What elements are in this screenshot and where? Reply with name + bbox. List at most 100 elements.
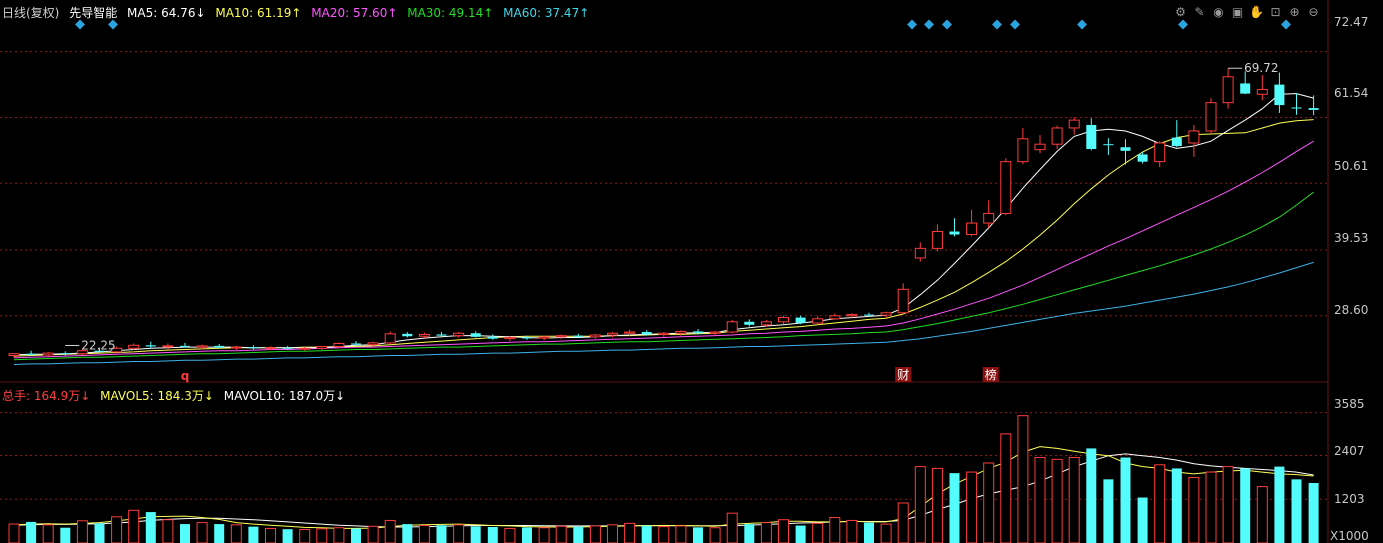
volume-bar-up	[128, 509, 140, 543]
volume-bar-down	[641, 525, 652, 543]
volume-bar-down	[1308, 483, 1319, 543]
moving-average-lines	[13, 93, 1314, 365]
volume-bar-up	[829, 517, 841, 543]
volume-bar-down	[949, 473, 960, 543]
mavol5-value: MAVOL5: 184.3万↓	[100, 389, 214, 403]
candle-body-up	[624, 331, 636, 334]
candle-body-down	[436, 334, 447, 336]
volume-bar-up	[453, 524, 465, 543]
candle-body-up	[778, 317, 789, 323]
hand-icon[interactable]: ✋	[1248, 3, 1265, 20]
volume-bar-up	[607, 524, 618, 543]
volume-bar-down	[470, 526, 481, 543]
stock-name: 先导智能	[69, 6, 118, 20]
ma30-value: MA30: 49.14↑	[407, 6, 494, 20]
lock-icon[interactable]: ⊡	[1267, 3, 1284, 20]
volume-bar-down	[94, 523, 105, 543]
volume-tick-label: 2407	[1334, 444, 1365, 458]
volume-bar-up	[42, 524, 54, 543]
zoom-out-icon[interactable]: ⊖	[1305, 3, 1322, 20]
low-price-label: 22.25	[81, 339, 115, 353]
eye-icon[interactable]: ◉	[1210, 3, 1227, 20]
zoom-in-icon[interactable]: ⊕	[1286, 3, 1303, 20]
candle-body-down	[693, 331, 703, 334]
volume-bar-down	[1240, 468, 1251, 543]
candle-body-down	[1274, 84, 1285, 106]
candle-body-down	[795, 317, 806, 324]
volume-bar-up	[333, 527, 345, 543]
volume-bar-down	[1274, 466, 1285, 543]
ma-header: 日线(复权) 先导智能 MA5: 64.76↓ MA10: 61.19↑ MA2…	[2, 4, 595, 21]
volume-bar-up	[265, 527, 276, 543]
volume-bar-down	[351, 528, 361, 543]
volume-bar-up	[1154, 464, 1166, 543]
candle-body-down	[248, 347, 259, 349]
volume-bar-down	[402, 524, 413, 543]
volume-bar-up	[675, 525, 687, 543]
candle-body-down	[864, 314, 874, 316]
event-diamond-icon	[942, 19, 952, 30]
kline-chart[interactable]: 69.72 22.25 q 财 榜	[0, 0, 1383, 543]
volume-bar-up	[897, 502, 909, 543]
volume-bar-up	[230, 524, 242, 543]
bang-marker: 榜	[985, 367, 997, 382]
candle-body-up	[914, 247, 926, 259]
candle-body-down	[1120, 147, 1131, 151]
candle-body-up	[162, 345, 174, 348]
candle-body-up	[1205, 102, 1217, 132]
volume-header: 总手: 164.9万↓ MAVOL5: 184.3万↓ MAVOL10: 187…	[2, 387, 351, 404]
candle-body-up	[726, 321, 738, 333]
volume-bar-up	[1222, 466, 1234, 543]
volume-bar-down	[693, 527, 703, 543]
candle-body-up	[418, 333, 430, 337]
event-diamond-icon	[992, 19, 1002, 30]
volume-bar-up	[880, 523, 892, 543]
volume-bar-down	[744, 524, 755, 543]
settings-icon[interactable]: ⚙	[1172, 3, 1189, 20]
candle-body-up	[880, 312, 892, 316]
pen-icon[interactable]: ✎	[1191, 3, 1208, 20]
volume-bar-up	[555, 525, 567, 543]
volume-unit-label: X1000	[1330, 529, 1369, 543]
volume-bar-up	[111, 516, 123, 543]
candle-body-up	[1256, 88, 1268, 95]
event-diamond-icon	[1077, 19, 1087, 30]
volume-bar-up	[504, 527, 516, 543]
candle-body-down	[949, 231, 960, 235]
candle-body-down	[1171, 137, 1182, 147]
volume-bar-up	[1205, 471, 1217, 543]
candlesticks	[8, 68, 1319, 358]
candle-body-up	[931, 230, 943, 249]
candle-body-up	[1188, 130, 1200, 144]
volume-bar-up	[299, 529, 311, 543]
volume-bar-up	[1017, 415, 1029, 543]
candle-body-up	[1000, 161, 1012, 214]
candle-body-down	[1103, 144, 1114, 146]
volume-bar-up	[983, 462, 995, 543]
volume-bar-up	[1068, 457, 1080, 543]
event-diamond-icon	[907, 19, 917, 30]
period-label[interactable]: 日线(复权)	[2, 6, 59, 20]
candle-body-up	[384, 333, 396, 344]
briefcase-icon[interactable]: ▣	[1229, 3, 1246, 20]
chart-toolbar: ⚙ ✎ ◉ ▣ ✋ ⊡ ⊕ ⊖	[1172, 3, 1322, 21]
volume-bar-up	[709, 527, 721, 543]
candle-body-up	[589, 334, 601, 338]
volume-bar-down	[1171, 468, 1182, 543]
volume-average-lines	[13, 446, 1314, 529]
volume-bar-down	[60, 527, 71, 543]
candle-body-up	[760, 321, 772, 326]
candle-body-up	[42, 352, 54, 356]
candle-body-up	[265, 347, 276, 350]
volume-bar-up	[8, 523, 20, 543]
candle-body-up	[1154, 142, 1166, 163]
event-diamond-icon	[1178, 19, 1188, 30]
candle-body-down	[282, 347, 293, 349]
volume-bar-up	[760, 522, 772, 543]
high-price-label: 69.72	[1244, 61, 1278, 75]
volume-bar-down	[26, 521, 37, 543]
candle-body-down	[470, 333, 481, 337]
candle-body-up	[966, 222, 978, 236]
candle-body-down	[573, 335, 584, 337]
volume-bar-up	[589, 525, 601, 543]
